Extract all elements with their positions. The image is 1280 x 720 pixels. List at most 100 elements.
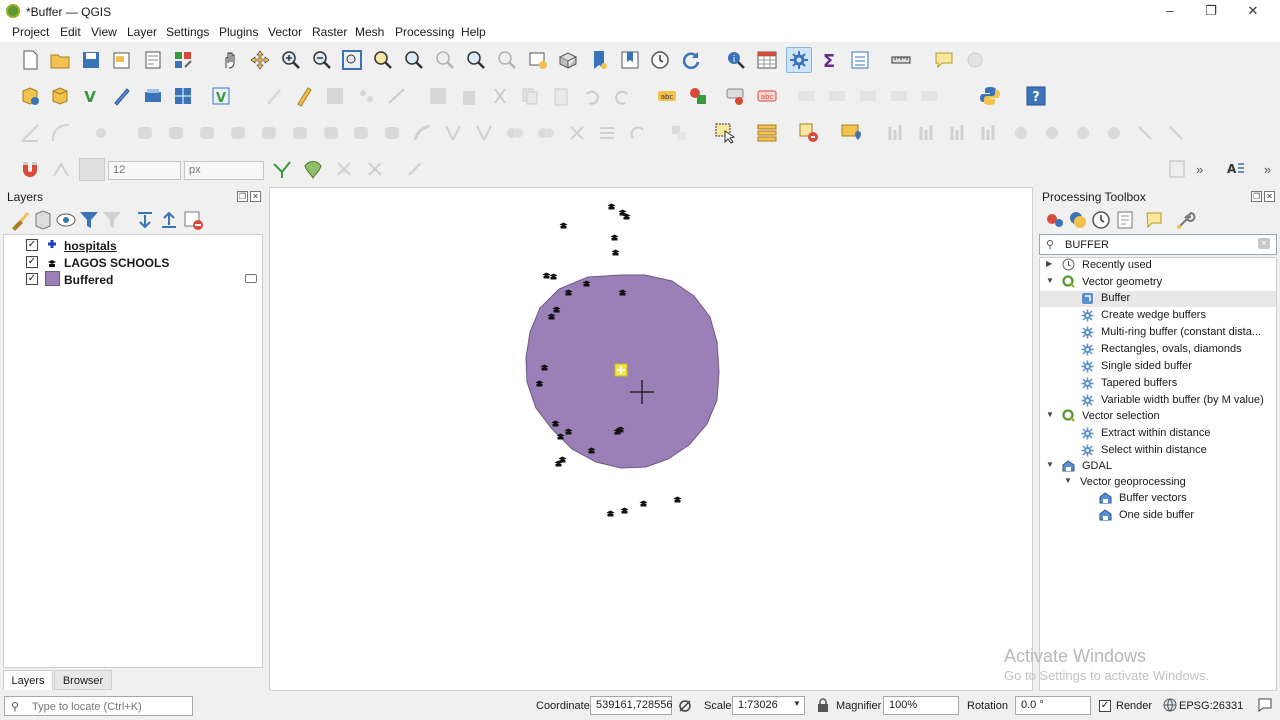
scripts-icon[interactable] (1067, 209, 1086, 228)
menu-raster[interactable]: Raster (312, 25, 347, 39)
rotate-diagram-icon[interactable] (918, 85, 940, 107)
change-label-icon[interactable] (888, 85, 910, 107)
offset-curve-icon[interactable] (411, 122, 433, 144)
toggle-editing-icon[interactable] (263, 85, 285, 107)
shape-tool-6-icon[interactable] (1165, 122, 1187, 144)
shape-tool-4-icon[interactable] (1103, 122, 1125, 144)
paste-features-icon[interactable] (550, 85, 572, 107)
shape-tool-2-icon[interactable] (1041, 122, 1063, 144)
toolbox-float-icon[interactable]: ❐ (1251, 191, 1262, 202)
menu-processing[interactable]: Processing (395, 25, 454, 39)
offset-point-symbols-icon[interactable] (596, 122, 618, 144)
new-map-view-icon[interactable] (527, 49, 549, 71)
new-project-icon[interactable] (19, 49, 41, 71)
temporal-controller-icon[interactable] (649, 49, 671, 71)
new-geopackage-layer-icon[interactable] (49, 85, 71, 107)
crs-globe-icon[interactable] (1163, 698, 1177, 712)
tab-browser[interactable]: Browser (54, 670, 112, 690)
align-rasters-icon[interactable] (885, 122, 907, 144)
filter-by-expression-icon[interactable] (101, 209, 121, 228)
map-tips-icon[interactable] (933, 49, 955, 71)
add-point-feature-icon[interactable] (355, 85, 377, 107)
measure-line-icon[interactable] (890, 49, 912, 71)
snap-type-dropdown[interactable] (79, 158, 105, 181)
highlight-pinned-labels-icon[interactable] (725, 85, 747, 107)
save-project-icon[interactable] (80, 49, 102, 71)
shape-tool-3-icon[interactable] (1072, 122, 1094, 144)
layer-labeling-icon[interactable]: abc (656, 85, 678, 107)
locator-search-input[interactable]: ⚲ Type to locate (Ctrl+K) (4, 696, 193, 716)
layer-row-lagos-schools[interactable]: ✓ LAGOS SCHOOLS (4, 254, 262, 271)
snap-intersection-icon[interactable] (302, 158, 324, 180)
merge-features-icon[interactable] (504, 122, 526, 144)
menu-vector[interactable]: Vector (268, 25, 302, 39)
help-contents-icon[interactable]: ? (1025, 85, 1047, 107)
magnifier-spinbox[interactable]: 100% (883, 696, 959, 715)
temporary-layer-indicator-icon[interactable] (245, 274, 257, 283)
snap-extra-icon[interactable] (404, 158, 426, 180)
toolbox-search-input[interactable]: ⚲ BUFFER ✕ (1039, 234, 1277, 255)
layer-row-hospitals[interactable]: ✓ hospitals (4, 237, 262, 254)
add-spatialite-icon[interactable] (142, 85, 164, 107)
tree-group-vector-geoprocessing[interactable]: ▼ Vector geoprocessing (1040, 475, 1276, 491)
add-wms-layer-icon[interactable] (172, 85, 194, 107)
refresh-icon[interactable] (680, 49, 702, 71)
zoom-native-icon[interactable] (434, 49, 456, 71)
shape-tool-1-icon[interactable] (1010, 122, 1032, 144)
add-vector-layer-icon[interactable]: V (80, 85, 102, 107)
toolbar-overflow-2-icon[interactable]: » (1264, 162, 1271, 177)
zoom-to-layer-icon[interactable] (403, 49, 425, 71)
remove-layer-icon[interactable] (182, 209, 203, 230)
delete-part-icon[interactable] (350, 122, 372, 144)
collapse-arrow-icon[interactable]: ▼ (1046, 460, 1054, 469)
layer-diagram-icon[interactable] (687, 85, 709, 107)
raster-tool-4-icon[interactable] (978, 122, 1000, 144)
split-features-icon[interactable] (442, 122, 464, 144)
results-viewer-icon[interactable] (1114, 209, 1133, 229)
history-icon[interactable] (1090, 209, 1110, 229)
open-attribute-table-icon[interactable] (756, 49, 778, 71)
tree-item-rectangles-ovals-diamonds[interactable]: Rectangles, ovals, diamonds (1040, 342, 1276, 358)
tree-group-vector-geometry[interactable]: ▼ Vector geometry (1040, 275, 1276, 291)
snap-units-select[interactable]: px (184, 161, 264, 180)
undo-icon[interactable] (581, 85, 603, 107)
new-3d-view-icon[interactable] (557, 49, 579, 71)
open-project-icon[interactable] (49, 49, 71, 71)
lock-scale-icon[interactable] (817, 698, 829, 713)
tree-item-buffer[interactable]: Buffer (1040, 291, 1276, 307)
layer-row-buffered[interactable]: ✓ Buffered (4, 271, 262, 288)
move-label-icon[interactable] (826, 85, 848, 107)
zoom-to-selection-icon[interactable] (372, 49, 394, 71)
manage-map-themes-icon[interactable] (55, 209, 76, 227)
tracing-icon[interactable] (364, 158, 386, 180)
reshape-features-icon[interactable] (381, 122, 403, 144)
layer-checkbox[interactable]: ✓ (26, 273, 38, 285)
identify-features-icon[interactable]: i (725, 49, 747, 71)
current-edits-icon[interactable] (293, 85, 315, 107)
label-toolbar-icon[interactable]: A (1224, 158, 1246, 180)
snap-tolerance-spinbox[interactable]: 12 (108, 161, 181, 180)
show-bookmarks-icon[interactable] (619, 49, 641, 71)
field-calculator-icon[interactable] (849, 49, 871, 71)
vertex-tool-icon[interactable] (386, 85, 408, 107)
shape-tool-5-icon[interactable] (1134, 122, 1156, 144)
trim-extend-icon[interactable] (627, 122, 649, 144)
tree-item-tapered-buffers[interactable]: Tapered buffers (1040, 376, 1276, 392)
chevron-down-icon[interactable]: ▼ (793, 699, 801, 708)
tree-item-one-side-buffer[interactable]: One side buffer (1040, 508, 1276, 524)
minimize-button[interactable]: – (1155, 2, 1185, 20)
rotate-feature-icon[interactable] (165, 122, 187, 144)
select-by-value-icon[interactable] (756, 122, 778, 144)
coordinate-field[interactable]: 539161,728556 (590, 696, 672, 715)
raster-tool-3-icon[interactable] (947, 122, 969, 144)
expand-all-icon[interactable] (134, 209, 152, 229)
layout-manager-icon[interactable] (142, 49, 164, 71)
add-part-icon[interactable] (258, 122, 280, 144)
layer-checkbox[interactable]: ✓ (26, 256, 38, 268)
snapping-magnet-icon[interactable] (19, 158, 41, 180)
close-button[interactable]: ✕ (1238, 2, 1268, 20)
tree-item-buffer-vectors[interactable]: Buffer vectors (1040, 491, 1276, 507)
tree-group-vector-selection[interactable]: ▼ Vector selection (1040, 409, 1276, 425)
collapse-arrow-icon[interactable]: ▼ (1046, 276, 1054, 285)
digitize-point-icon[interactable] (90, 122, 112, 144)
